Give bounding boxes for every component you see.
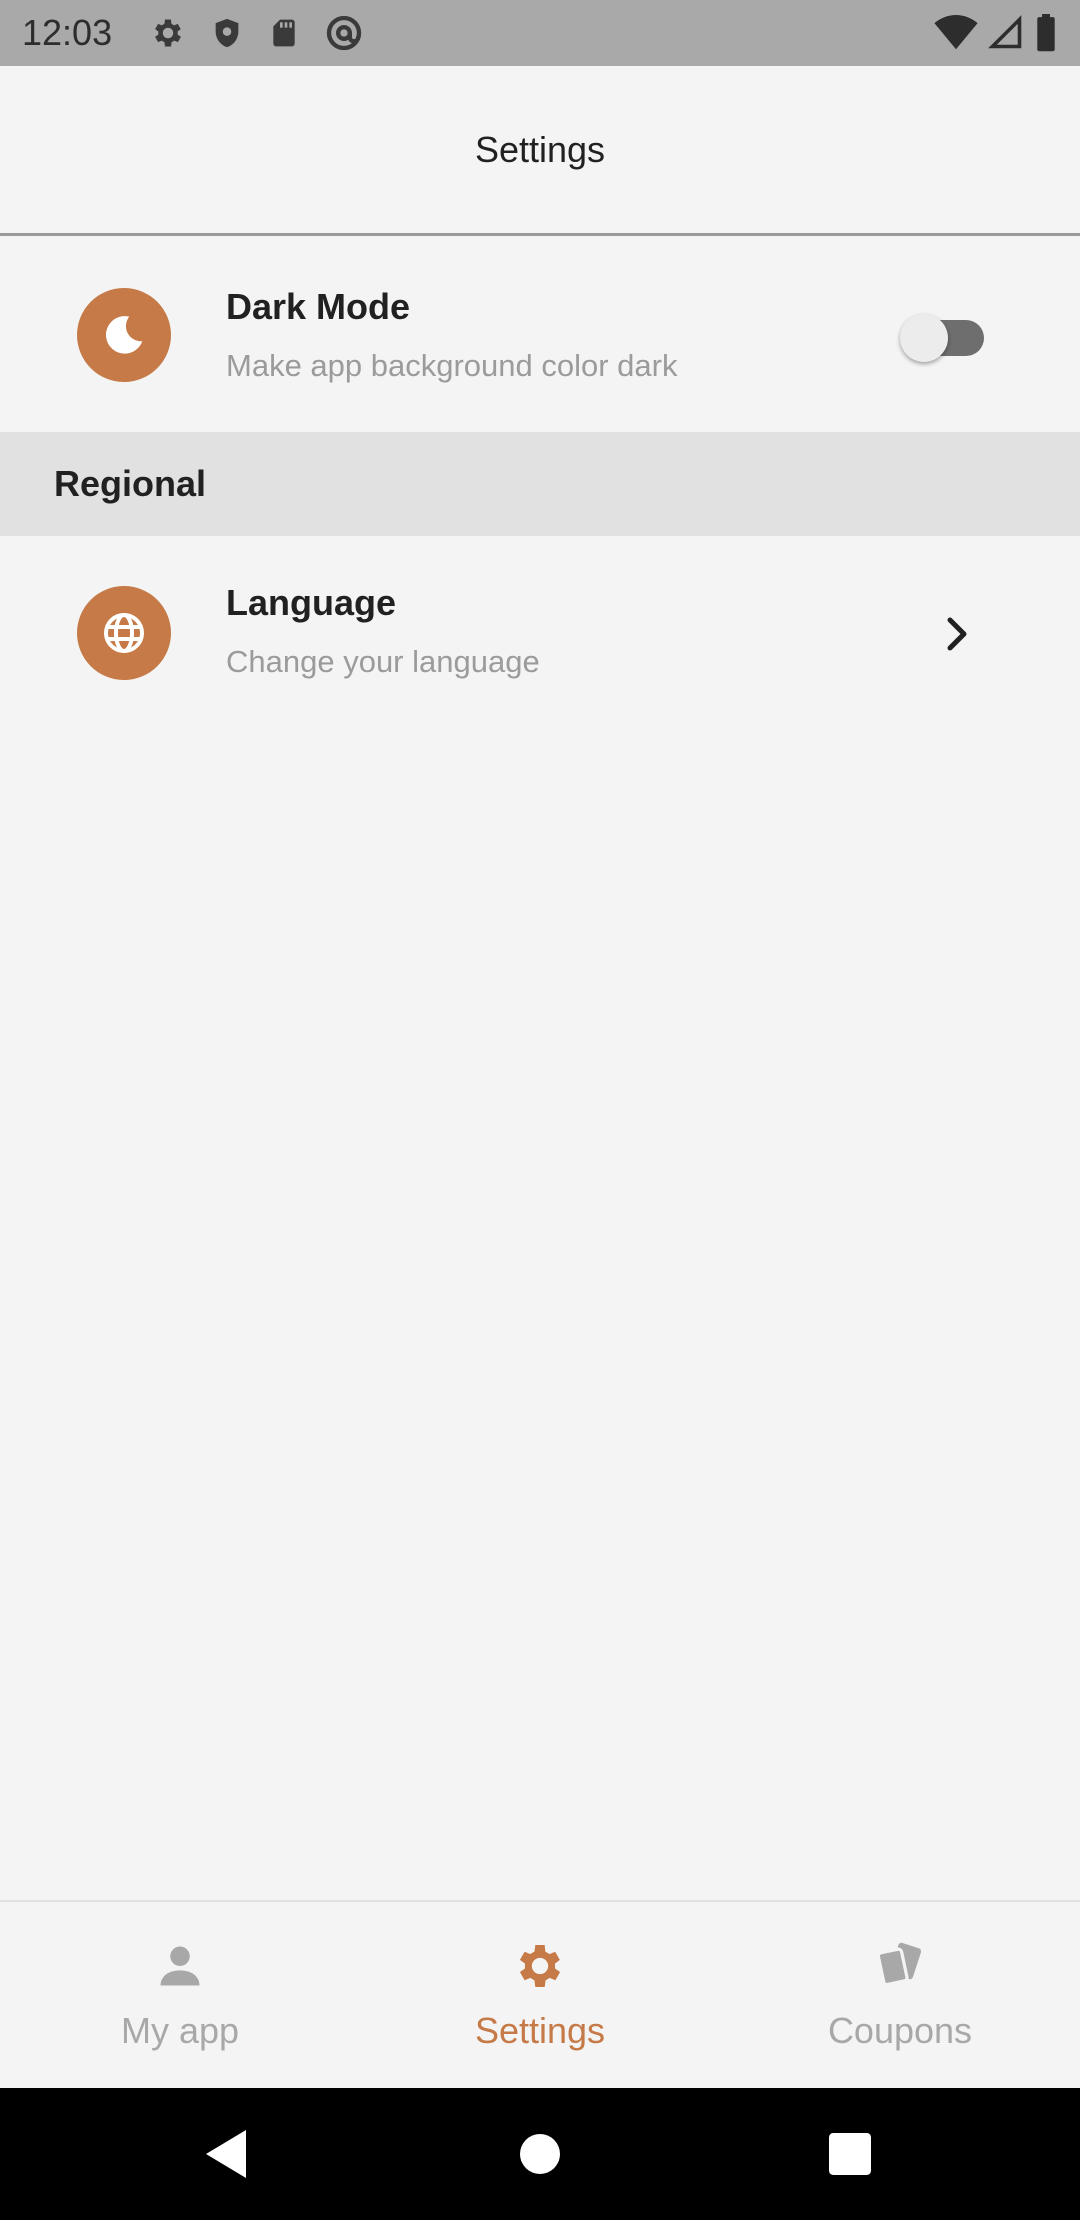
back-button[interactable]	[196, 2088, 256, 2220]
status-time: 12:03	[22, 12, 113, 53]
page-title: Settings	[474, 128, 606, 170]
person-icon	[150, 1936, 210, 1996]
language-title: Language	[226, 582, 397, 623]
dark-mode-subtitle: Make app background color dark	[226, 348, 678, 383]
gear-icon	[510, 1936, 570, 1996]
language-subtitle: Change your language	[226, 644, 540, 679]
section-header-regional: Regional	[0, 432, 1080, 536]
nav-label: My app	[120, 2010, 240, 2051]
recents-square-icon	[829, 2133, 871, 2175]
status-notification-icons	[150, 13, 364, 53]
bottom-navigation: My app Settings Coupons	[0, 1900, 1080, 2088]
status-bar: 12:03	[0, 0, 1080, 66]
dark-mode-title: Dark Mode	[226, 286, 411, 327]
nav-label: Settings	[474, 2010, 606, 2051]
home-button[interactable]	[510, 2088, 570, 2220]
nav-tab-my-app[interactable]: My app	[0, 1902, 360, 2088]
language-row[interactable]: Language Change your language	[0, 536, 1080, 730]
nav-tab-coupons[interactable]: Coupons	[720, 1902, 1080, 2088]
cards-icon	[870, 1936, 930, 1996]
nav-tab-settings[interactable]: Settings	[360, 1902, 720, 2088]
wifi-icon	[934, 15, 978, 51]
at-sign-icon	[324, 13, 364, 53]
globe-icon	[77, 586, 171, 680]
home-circle-icon	[520, 2134, 560, 2174]
battery-icon	[1034, 14, 1058, 52]
sd-card-icon	[268, 15, 300, 51]
nav-label: Coupons	[827, 2010, 973, 2051]
section-label: Regional	[54, 463, 207, 504]
status-system-icons	[934, 14, 1058, 52]
app-bar: Settings	[0, 66, 1080, 236]
recents-button[interactable]	[826, 2088, 874, 2220]
system-navigation-bar	[0, 2088, 1080, 2220]
dark-mode-toggle[interactable]	[900, 304, 990, 364]
moon-icon	[77, 288, 171, 382]
gear-icon	[150, 15, 186, 51]
back-triangle-icon	[206, 2130, 246, 2178]
toggle-thumb	[900, 314, 948, 362]
signal-icon	[988, 15, 1024, 51]
shield-icon	[210, 15, 244, 51]
chevron-right-icon	[942, 614, 972, 654]
dark-mode-row[interactable]: Dark Mode Make app background color dark	[0, 238, 1080, 432]
